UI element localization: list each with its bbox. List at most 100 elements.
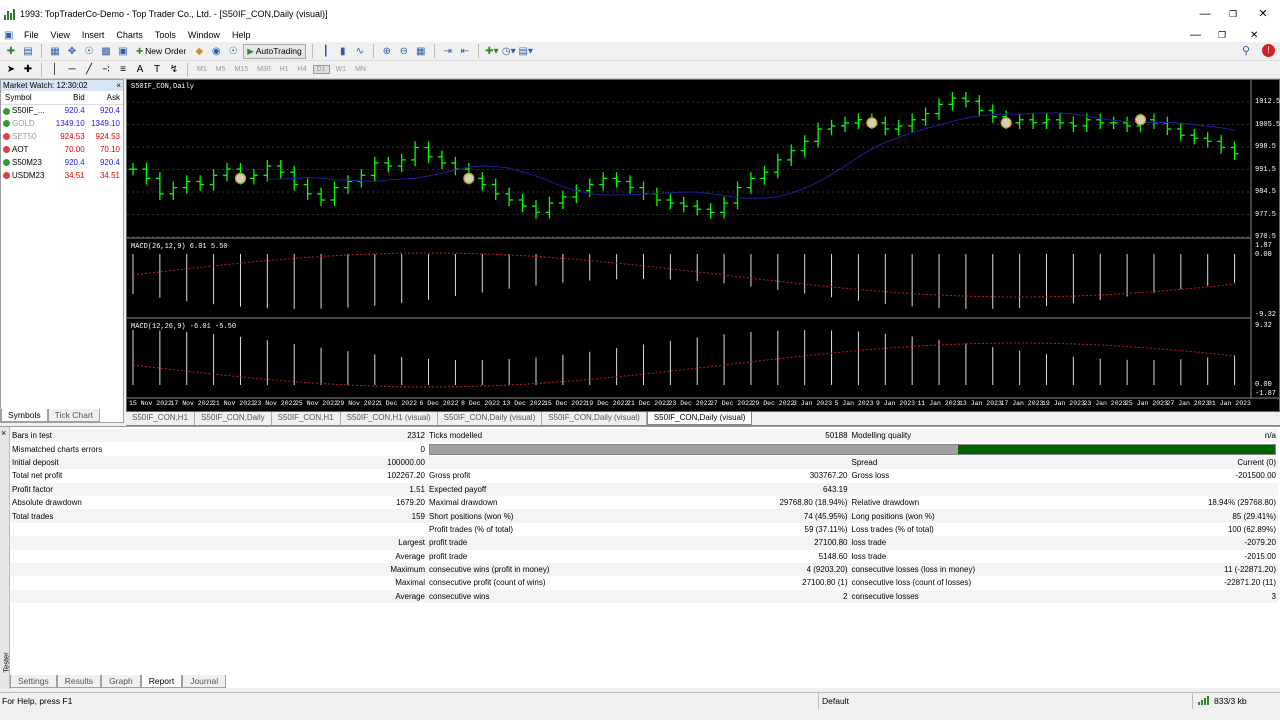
auto-scroll-icon[interactable]: ⇥ bbox=[441, 44, 455, 58]
timeframe-mn[interactable]: MN bbox=[352, 66, 369, 73]
chart-tab[interactable]: S50IF_CON,H1 bbox=[126, 412, 196, 425]
chart-tab[interactable]: S50IF_CON,H1 (visual) bbox=[341, 412, 438, 425]
new-chart-icon[interactable]: ✚ bbox=[4, 44, 18, 58]
chart-window[interactable]: S50IF_CON,Daily MACD(26,12,9) 6.01 5.50 … bbox=[126, 79, 1280, 412]
window-title: 1993: TopTraderCo-Demo - Top Trader Co.,… bbox=[20, 9, 328, 19]
price-tick: 1012.5 bbox=[1255, 98, 1280, 106]
child-minimize-icon[interactable]: — bbox=[1190, 29, 1201, 41]
title-bar: 1993: TopTraderCo-Demo - Top Trader Co.,… bbox=[0, 0, 1280, 28]
market-watch-row[interactable]: AOT 70.00 70.10 bbox=[1, 143, 123, 156]
tab-graph[interactable]: Graph bbox=[101, 675, 141, 688]
tester-icon[interactable]: ▣ bbox=[116, 44, 130, 58]
chart-canvas[interactable] bbox=[127, 80, 1279, 411]
trendline-icon[interactable]: ╱ bbox=[82, 63, 96, 77]
timeframe-m1[interactable]: M1 bbox=[194, 66, 210, 73]
chart-tab[interactable]: S50IF_CON,Daily (visual) bbox=[438, 412, 543, 425]
tester-close-icon[interactable]: × bbox=[1, 428, 6, 667]
text-label-icon[interactable]: T bbox=[150, 63, 164, 77]
timeframe-w1[interactable]: W1 bbox=[333, 66, 350, 73]
ask-cell: 1349.10 bbox=[91, 119, 120, 128]
candlesticks-icon[interactable]: ▮ bbox=[336, 44, 350, 58]
col-symbol[interactable]: Symbol bbox=[1, 91, 53, 105]
child-window-icon[interactable]: ▣ bbox=[4, 30, 16, 41]
timeframe-d1[interactable]: D1 bbox=[312, 65, 330, 74]
trade-marker bbox=[866, 117, 878, 129]
tab-settings[interactable]: Settings bbox=[10, 675, 57, 688]
timeframe-h1[interactable]: H1 bbox=[277, 66, 292, 73]
market-watch-row[interactable]: SET50 924.53 924.53 bbox=[1, 130, 123, 143]
market-icon[interactable]: ☉ bbox=[226, 44, 240, 58]
autotrading-button[interactable]: ▶ AutoTrading bbox=[243, 43, 306, 59]
close-icon[interactable]: ✕ bbox=[1248, 7, 1278, 21]
market-watch-row[interactable]: S50M23 920.4 920.4 bbox=[1, 156, 123, 169]
menu-tools[interactable]: Tools bbox=[149, 30, 182, 40]
timeframe-m5[interactable]: M5 bbox=[213, 66, 229, 73]
minimize-icon[interactable]: — bbox=[1190, 7, 1220, 21]
symbol-cell: S50IF_... bbox=[1, 104, 52, 117]
tab-symbols[interactable]: Symbols bbox=[1, 409, 48, 422]
chart-tab[interactable]: S50IF_CON,Daily (visual) bbox=[542, 412, 647, 425]
menu-file[interactable]: File bbox=[18, 30, 45, 40]
fibonacci-icon[interactable]: ≡ bbox=[116, 63, 130, 77]
maximize-icon[interactable]: ❐ bbox=[1218, 7, 1248, 21]
market-watch-row[interactable]: USDM23 34.51 34.51 bbox=[1, 169, 123, 182]
terminal-icon[interactable]: ▩ bbox=[99, 44, 113, 58]
metaeditor-icon[interactable]: ◆ bbox=[192, 44, 206, 58]
main-toolbar: ✚ ▤ ▦ ✥ ☉ ▩ ▣ ✚ New Order ◆ ◉ ☉ ▶ AutoTrad… bbox=[0, 42, 1280, 61]
tab-tick-chart[interactable]: Tick Chart bbox=[47, 409, 101, 422]
menu-help[interactable]: Help bbox=[226, 30, 257, 40]
zoom-in-icon[interactable]: ⊕ bbox=[380, 44, 394, 58]
tile-windows-icon[interactable]: ▦ bbox=[414, 44, 428, 58]
timeframe-h4[interactable]: H4 bbox=[295, 66, 310, 73]
navigator-icon[interactable]: ☉ bbox=[82, 44, 96, 58]
macd-tick: -1.87 bbox=[1255, 390, 1277, 398]
date-tick: 6 Dec 2022 bbox=[419, 400, 459, 407]
channel-icon[interactable]: ∹ bbox=[99, 63, 113, 77]
timeframe-m15[interactable]: M15 bbox=[231, 66, 251, 73]
menu-insert[interactable]: Insert bbox=[76, 30, 111, 40]
text-icon[interactable]: A bbox=[133, 63, 147, 77]
profiles-icon[interactable]: ▤ bbox=[21, 44, 35, 58]
templates-icon[interactable]: ▤▾ bbox=[519, 44, 533, 58]
chart-tab[interactable]: S50IF_CON,Daily bbox=[195, 412, 272, 425]
data-window-icon[interactable]: ✥ bbox=[65, 44, 79, 58]
col-ask[interactable]: Ask bbox=[87, 91, 123, 105]
bar-chart-icon[interactable]: ┃ bbox=[319, 44, 333, 58]
menu-bar: ▣ File View Insert Charts Tools Window H… bbox=[0, 28, 1280, 42]
search-icon[interactable]: ⚲ bbox=[1242, 44, 1250, 57]
notification-icon[interactable]: ! bbox=[1262, 44, 1275, 57]
col-bid[interactable]: Bid bbox=[52, 91, 88, 105]
signals-icon[interactable]: ◉ bbox=[209, 44, 223, 58]
chart-tab[interactable]: S50IF_CON,H1 bbox=[272, 412, 341, 425]
zoom-out-icon[interactable]: ⊖ bbox=[397, 44, 411, 58]
status-bar: For Help, press F1 Default 833/3 kb bbox=[0, 692, 1280, 720]
menu-view[interactable]: View bbox=[45, 30, 76, 40]
autotrading-label: AutoTrading bbox=[255, 46, 302, 56]
panel-close-icon[interactable]: × bbox=[116, 80, 121, 91]
tab-journal[interactable]: Journal bbox=[182, 675, 227, 688]
indicators-icon[interactable]: ✚▾ bbox=[485, 44, 499, 58]
market-watch-icon[interactable]: ▦ bbox=[48, 44, 62, 58]
child-close-icon[interactable]: ✕ bbox=[1250, 30, 1258, 41]
market-watch-row[interactable]: GOLD 1349.10 1349.10 bbox=[1, 117, 123, 130]
menu-window[interactable]: Window bbox=[182, 30, 226, 40]
date-tick: 9 Jan 2023 bbox=[876, 400, 916, 407]
market-watch-row[interactable]: S50IF_... 920.4 920.4 bbox=[1, 104, 123, 117]
horizontal-line-icon[interactable]: ─ bbox=[65, 63, 79, 77]
report-value: 29768.80 (18.94%) bbox=[779, 498, 848, 508]
crosshair-icon[interactable]: ✚ bbox=[21, 63, 35, 77]
tab-report[interactable]: Report bbox=[140, 675, 183, 688]
child-restore-icon[interactable]: ❐ bbox=[1218, 30, 1226, 41]
arrows-icon[interactable]: ↯ bbox=[167, 63, 181, 77]
chart-tab-active[interactable]: S50IF_CON,Daily (visual) bbox=[646, 412, 753, 425]
menu-charts[interactable]: Charts bbox=[110, 30, 149, 40]
vertical-line-icon[interactable]: │ bbox=[48, 63, 62, 77]
new-order-button[interactable]: ✚ New Order bbox=[133, 44, 189, 59]
chart-shift-icon[interactable]: ⇤ bbox=[458, 44, 472, 58]
timeframe-m30[interactable]: M30 bbox=[254, 66, 274, 73]
cursor-icon[interactable]: ➤ bbox=[4, 63, 18, 77]
line-chart-icon[interactable]: ∿ bbox=[353, 44, 367, 58]
report-label: Gross profit bbox=[428, 471, 471, 481]
periods-icon[interactable]: ◷▾ bbox=[502, 44, 516, 58]
tab-results[interactable]: Results bbox=[56, 675, 102, 688]
